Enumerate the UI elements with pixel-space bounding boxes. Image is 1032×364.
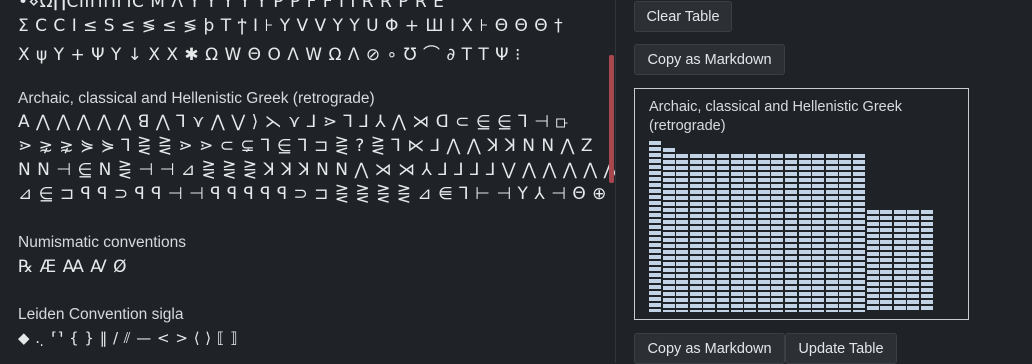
glyph-row: •⋄Ω∏CIIΠΠΓIC M Λ Y Y Y Y Y P P F F I I R… [18, 0, 445, 12]
section-title-numismatic: Numismatic conventions [18, 234, 186, 251]
preview-bar [785, 154, 797, 312]
preview-bar [717, 154, 729, 312]
preview-bar [703, 154, 715, 312]
preview-bar [744, 154, 756, 312]
copy-markdown-button[interactable]: Copy as Markdown [634, 44, 785, 75]
preview-bar [894, 210, 906, 312]
preview-bar [649, 141, 661, 312]
section-title-leiden: Leiden Convention sigla [18, 306, 184, 323]
preview-bar [812, 154, 824, 312]
preview-title: Archaic, classical and Hellenistic Greek… [649, 99, 903, 134]
preview-bar [771, 154, 783, 312]
preview-bar [758, 154, 770, 312]
preview-bar [799, 154, 811, 312]
panel-divider [615, 0, 616, 363]
update-table-button[interactable]: Update Table [785, 333, 897, 364]
preview-bar [867, 210, 879, 312]
preview-bar [826, 154, 838, 312]
preview-bar [663, 148, 675, 312]
glyph-row: ꓮ ⋀ ⋀ ⋀ ⋀ ⋀ ꓭ ⋀ ⅂ ⋎ ⋀ ⋁ ⟩ ⋋ ⋎ ⅃ ⋗ ⅂ ⅃ ⅄ … [18, 112, 569, 132]
table-preview: Archaic, classical and Hellenistic Greek… [634, 88, 969, 320]
preview-bar [731, 154, 743, 312]
glyph-row: ℞ Æ Ꜳ Ꜹ Ø [18, 257, 128, 277]
section-title-greek-retrograde: Archaic, classical and Hellenistic Greek… [18, 90, 375, 107]
scrollbar-thumb[interactable] [609, 55, 614, 183]
glyph-row: ꓠ ꓠ ⊣ ⋸ ꓠ ⋛ ⊣ ⊣ ⊿ ⋛ ⋛ ⋛ ꓘ ꓘ ꓘ ꓠ ꓠ ⋀ ⋊ ⋊ … [18, 160, 615, 180]
glyph-row: Σ C Ⅽ I ≤ S ≤ ≶ ≤ ≶ ϸ T ϯ I ⊦ Y V V Y Y … [18, 16, 564, 36]
glyph-row: ⊿ ⋸ ⊐ ꟼ ꟼ ⊃ ꟼ ꟼ ⊣ ⊣ ꟼ ꟼ ꟼ ꟼ ꟼ ⊃ ⊐ ⋛ ⋛ ⋛ … [18, 184, 607, 204]
glyph-row: ◆ . ̣ ⸢⸣ { } ‖ / ⫽ — < > ⟨ ⟩ ⟦ ⟧ [18, 329, 239, 347]
copy-markdown-bottom-button[interactable]: Copy as Markdown [634, 333, 785, 364]
character-list-panel: •⋄Ω∏CIIΠΠΓIC M Λ Y Y Y Y Y P P F F I I R… [0, 0, 615, 363]
preview-bar [676, 154, 688, 312]
preview-bar [839, 154, 851, 312]
preview-bar [690, 154, 702, 312]
glyph-row: ⋗ ⋧ ⋧ ⋟ ⋟ ⅂ ⋛ ⋛ ⋗ ⋗ ⊂ ⊊ ⅂ ⋸ ⅂ ⊐ ⋛ ? ⋛ ⅂ … [18, 136, 594, 156]
clear-table-button[interactable]: Clear Table [634, 1, 732, 32]
preview-bar [853, 154, 865, 312]
preview-bar [907, 210, 919, 312]
glyph-row: X ψ Y + Ψ Y ↓ X X ✱ Ω W Θ O Λ W Ω Λ ⊘ ∘ … [18, 45, 521, 65]
preview-bar [921, 210, 933, 312]
preview-bar [880, 210, 892, 312]
